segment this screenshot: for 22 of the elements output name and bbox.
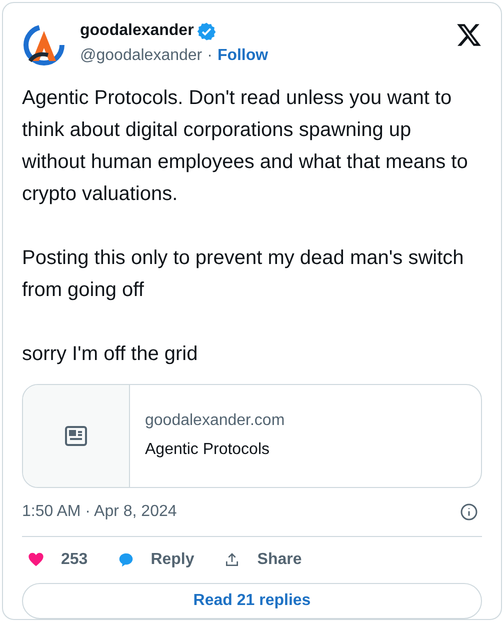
timestamp[interactable]: 1:50 AM · Apr 8, 2024 (22, 500, 177, 524)
upload-icon (224, 552, 240, 568)
share-button[interactable]: Share (218, 548, 306, 572)
author-name[interactable]: goodalexander (80, 19, 194, 43)
speech-bubble-icon (118, 552, 134, 568)
info-icon[interactable] (460, 502, 478, 521)
link-title: Agentic Protocols (145, 440, 271, 460)
like-button[interactable]: 253 (22, 548, 92, 572)
heart-icon (28, 552, 44, 568)
reply-button[interactable]: Reply (112, 548, 198, 572)
link-domain: goodalexander.com (145, 411, 285, 432)
follow-link[interactable]: Follow (217, 44, 268, 68)
article-icon (64, 424, 88, 447)
tweet-text: sorry I'm off the grid (22, 342, 199, 367)
separator-dot: · (207, 46, 212, 66)
tweet-text: Posting this only to prevent my dead man's switch from going off (22, 246, 465, 303)
tweet-text: Agentic Protocols. Don't read unless you want to think about digital corporations spawning up without human employees and what that means to crypto valuations. (22, 86, 469, 207)
author-handle[interactable]: @goodalexander (80, 44, 202, 68)
link-card[interactable]: goodalexander.com Agentic Protocols (22, 384, 482, 488)
avatar-logo-icon (22, 23, 66, 67)
read-replies-button[interactable]: Read 21 replies (22, 582, 482, 619)
x-logo-icon[interactable] (456, 23, 482, 47)
